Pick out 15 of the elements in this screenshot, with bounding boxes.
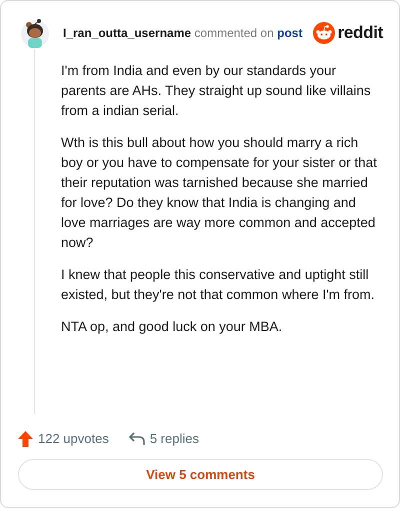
reply-icon	[128, 432, 145, 446]
reddit-logo-icon	[312, 22, 335, 44]
action-text: commented on	[194, 26, 274, 40]
comment-paragraph: NTA op, and good luck on your MBA.	[61, 318, 284, 336]
view-comments-button[interactable]: View 5 comments	[18, 458, 383, 490]
username[interactable]: I_ran_outta_username	[63, 26, 192, 40]
upvote-count: 122 upvotes	[38, 431, 109, 446]
reply-count: 5 replies	[150, 431, 199, 446]
comment-paragraph: Wth is this bull about how you should marry a rich boy or you have to compensate for your sister or that their reputation was tarnished because she married for love? Do they know that India is changing and love marriages are way more common and accepted now?	[61, 134, 378, 252]
avatar-icon	[20, 17, 50, 49]
comment-paragraph: I knew that people this conservative and uptight still existed, but they're not that common where I'm from.	[61, 266, 376, 304]
comment-paragraph: I'm from India and even by our standards your parents are AHs. They straight up sound like villains from a indian serial.	[61, 62, 372, 120]
post-link[interactable]: post	[277, 26, 302, 40]
brand-name: reddit	[338, 23, 383, 43]
upvote-icon	[18, 430, 33, 447]
